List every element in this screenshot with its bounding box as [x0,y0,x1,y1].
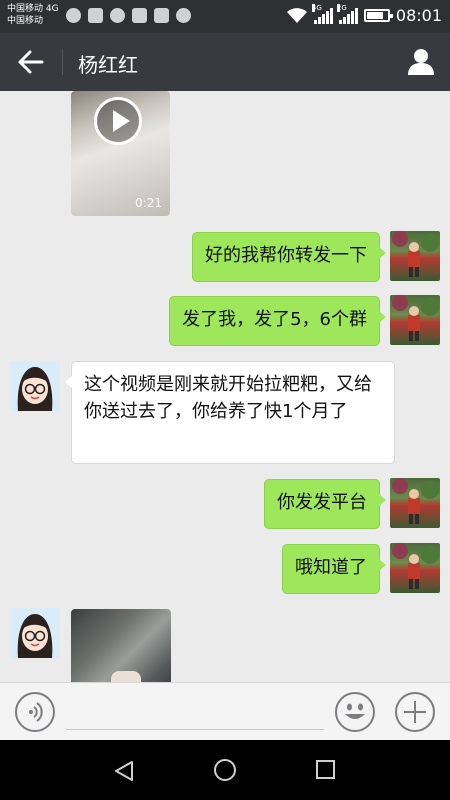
chat-notification-icon [66,8,81,23]
search-notification-icon [176,8,191,23]
signal-icon-2g: 2G [336,3,358,24]
arrow-left-icon[interactable] [12,46,48,78]
square-recent-icon[interactable] [316,760,335,779]
message-bubble-incoming[interactable]: 这个视频是刚来就开始拉粑粑，又给你送过去了，你给养了快1个月了 [65,361,395,464]
message-list[interactable]: 0:21 好的我帮你转发一下 发了我，发了5，6个群 这个视频是刚来就开始拉粑粑… [0,91,450,682]
play-icon[interactable] [94,97,142,145]
chat-header: 杨红红 [0,33,450,91]
message-text: 哦知道了 [295,557,367,578]
video-duration: 0:21 [135,196,162,210]
avatar-image-icon [392,478,439,524]
system-nav-bar [0,740,450,800]
carrier-line-2: 中国移动 [7,16,44,26]
chat-title: 杨红红 [78,53,138,77]
clock: 08:01 [395,6,442,25]
notification-icons [66,8,191,23]
status-bar: 中国移动 4G 中国移动 4G 2G 08:01 [0,0,450,33]
network-tag-4g: 4G [311,3,322,12]
message-bubble-outgoing[interactable]: 哦知道了 [282,544,386,594]
emoji-icon[interactable] [335,692,375,732]
sound-notification-icon [110,8,125,23]
message-text: 发了我，发了5，6个群 [182,309,367,330]
signal-icon-4g: 4G [311,3,333,24]
my-avatar[interactable] [390,231,440,281]
carrier-line-1: 中国移动 4G [7,4,59,14]
message-bubble-outgoing[interactable]: 发了我，发了5，6个群 [169,296,386,346]
my-avatar[interactable] [390,295,440,345]
plus-icon[interactable] [395,692,435,732]
wifi-icon [286,7,307,23]
contact-avatar[interactable] [10,608,60,658]
my-avatar[interactable] [390,543,440,593]
image-notification-icon [88,8,103,23]
voice-wave-icon [29,702,43,722]
person-icon[interactable] [406,46,436,76]
smiley-face-icon [345,703,365,719]
video-thumbnail-detail [111,671,141,682]
network-tag-2g: 2G [336,3,347,12]
triangle-back-icon[interactable] [112,759,136,783]
contact-avatar[interactable] [10,361,60,411]
status-right: 4G 2G 08:01 [286,3,442,25]
message-text: 这个视频是刚来就开始拉粑粑，又给你送过去了，你给养了快1个月了 [84,374,372,422]
message-input[interactable] [66,729,324,730]
circle-home-icon[interactable] [214,759,236,781]
avatar-image-icon [392,231,439,277]
message-text: 好的我帮你转发一下 [205,245,367,266]
battery-icon [363,9,393,22]
message-bubble-outgoing[interactable]: 好的我帮你转发一下 [192,232,386,282]
keyboard-notification-icon [154,8,169,23]
message-bubble-outgoing[interactable]: 你发发平台 [264,479,386,529]
voice-icon[interactable] [15,692,55,732]
cartoon-girl-icon [10,608,60,658]
message-text: 你发发平台 [277,492,367,513]
app-notification-icon [132,8,147,23]
video-message[interactable] [71,609,171,682]
plus-symbol-icon [404,701,426,723]
cartoon-girl-icon [10,361,60,411]
avatar-image-icon [392,543,439,589]
input-bar [0,682,450,740]
my-avatar[interactable] [390,478,440,528]
avatar-image-icon [392,295,439,341]
carrier-info: 中国移动 4G 中国移动 [7,3,59,27]
header-divider [62,49,63,75]
video-message[interactable]: 0:21 [71,91,170,216]
